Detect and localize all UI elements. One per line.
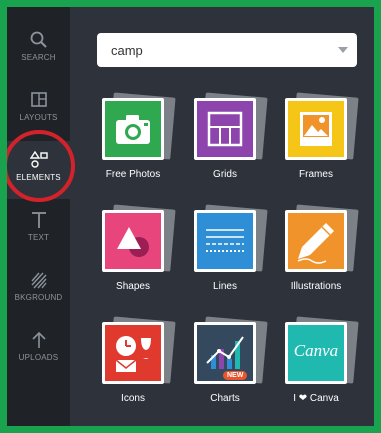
category-label: Free Photos <box>105 169 161 180</box>
sidebar-item-label: TEXT <box>27 233 50 242</box>
sidebar-item-uploads[interactable]: UPLOADS <box>7 321 70 379</box>
sidebar-item-label: BKGROUND <box>14 293 63 302</box>
category-label: Icons <box>121 393 145 404</box>
category-illustrations[interactable]: Illustrations <box>279 204 359 292</box>
category-label: Charts <box>210 393 240 404</box>
camera-icon <box>116 115 150 144</box>
category-label: Illustrations <box>290 281 342 292</box>
canva-logo-icon: Canva <box>293 341 339 360</box>
sidebar-item-layouts[interactable]: LAYOUTS <box>7 81 70 139</box>
sidebar-item-label: SEARCH <box>21 53 56 62</box>
lines-icon <box>206 229 244 252</box>
new-badge: NEW <box>223 371 248 380</box>
elements-icon <box>29 150 48 168</box>
category-label: Frames <box>299 169 333 180</box>
category-label: Grids <box>213 169 237 180</box>
sidebar-item-label: UPLOADS <box>18 353 59 362</box>
category-charts[interactable]: NEW Charts <box>188 316 268 404</box>
sidebar-item-background[interactable]: BKGROUND <box>7 261 70 319</box>
upload-arrow-icon <box>31 331 46 348</box>
clock-glass-icon <box>115 336 151 372</box>
sidebar-item-search[interactable]: SEARCH <box>7 21 70 79</box>
grid-icon <box>207 111 243 147</box>
category-free-photos[interactable]: Free Photos <box>96 92 176 180</box>
sidebar-item-label: LAYOUTS <box>19 113 58 122</box>
category-icons[interactable]: Icons <box>96 316 176 404</box>
search-input[interactable] <box>109 33 323 67</box>
layouts-icon <box>30 92 47 107</box>
pencil-icon <box>297 223 334 264</box>
sidebar: SEARCH LAYOUTS ELEMENTS TEXT BKGROUND UP… <box>7 7 70 426</box>
editor-panel: SEARCH LAYOUTS ELEMENTS TEXT BKGROUND UP… <box>7 7 374 426</box>
category-label: Shapes <box>116 281 150 292</box>
shapes-icon <box>117 227 149 257</box>
sidebar-item-elements[interactable]: ELEMENTS <box>7 141 70 199</box>
category-grids[interactable]: Grids <box>188 92 268 180</box>
chevron-down-icon[interactable] <box>338 47 348 53</box>
frame-icon <box>300 112 332 146</box>
category-label: Lines <box>213 281 237 292</box>
text-icon <box>31 212 46 228</box>
category-label: I ❤ Canva <box>293 393 339 404</box>
category-shapes[interactable]: Shapes <box>96 204 176 292</box>
category-i-love-canva[interactable]: Canva I ❤ Canva <box>279 316 359 404</box>
sidebar-item-label: ELEMENTS <box>16 173 61 182</box>
category-lines[interactable]: Lines <box>188 204 268 292</box>
category-frames[interactable]: Frames <box>279 92 359 180</box>
search-icon <box>30 31 47 48</box>
background-icon <box>30 272 47 289</box>
sidebar-item-text[interactable]: TEXT <box>7 201 70 259</box>
search-dropdown[interactable] <box>97 33 357 67</box>
